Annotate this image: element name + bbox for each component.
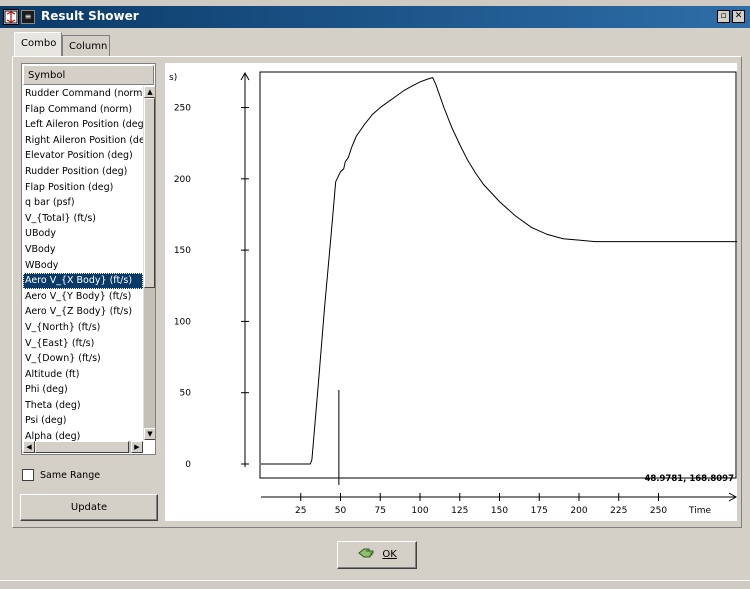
list-item[interactable]: Elevator Position (deg) [23, 148, 143, 164]
same-range-label: Same Range [40, 470, 101, 481]
list-item[interactable]: V_{Total} (ft/s) [23, 211, 143, 227]
close-button[interactable]: ✕ [732, 10, 745, 23]
arrow-left-icon: ◀ [26, 443, 32, 451]
list-item[interactable]: Rudder Position (deg) [23, 164, 143, 180]
list-item[interactable]: Aero V_{Y Body} (ft/s) [23, 289, 143, 305]
list-item[interactable]: Rudder Command (norm) [23, 86, 143, 102]
list-item[interactable]: Phi (deg) [23, 382, 143, 398]
scroll-up-button[interactable]: ▲ [144, 86, 155, 98]
arrow-up-icon: ▲ [147, 88, 153, 96]
window-menu-icon[interactable]: ≡ [21, 10, 35, 24]
list-items[interactable]: Rudder Command (norm) Flap Command (norm)… [23, 86, 143, 441]
arrow-down-icon: ▼ [147, 430, 153, 438]
list-item[interactable]: Aero V_{Z Body} (ft/s) [23, 304, 143, 320]
window-title: Result Shower [41, 9, 139, 23]
restore-button[interactable]: ▫ [717, 10, 730, 23]
list-item[interactable]: Alpha (deg) [23, 429, 143, 441]
list-item[interactable]: V_{Down} (ft/s) [23, 351, 143, 367]
tab-column-label: Column [69, 41, 108, 52]
tab-combo-label: Combo [21, 38, 57, 49]
ok-button[interactable]: OK [337, 541, 417, 569]
y-axis-label: s) [169, 73, 177, 83]
same-range-checkbox[interactable] [22, 469, 34, 481]
close-icon: ✕ [734, 11, 743, 21]
x-tick-label: 125 [451, 506, 468, 516]
x-tick-label: 150 [491, 506, 508, 516]
update-button[interactable]: Update [20, 494, 158, 521]
x-tick-label: 25 [295, 506, 306, 516]
x-tick-label: 250 [650, 506, 667, 516]
list-item[interactable]: UBody [23, 226, 143, 242]
list-item[interactable]: Theta (deg) [23, 398, 143, 414]
scroll-right-button[interactable]: ▶ [131, 441, 143, 453]
list-item[interactable]: V_{North} (ft/s) [23, 320, 143, 336]
list-item[interactable]: Left Aileron Position (deg) [23, 117, 143, 133]
y-tick-label: 150 [174, 246, 191, 256]
symbol-list[interactable]: Symbol Rudder Command (norm) Flap Command… [21, 63, 156, 455]
list-item[interactable]: WBody [23, 258, 143, 274]
plot-area[interactable]: s) 48.9781, 168.8097 0 50 100 150 200 250 25 50… [165, 63, 737, 521]
restore-icon: ▫ [720, 11, 727, 21]
y-tick-label: 50 [180, 389, 192, 399]
y-tick-label: 0 [185, 460, 191, 470]
x-tick-label: 225 [610, 506, 627, 516]
scroll-left-button[interactable]: ◀ [23, 441, 35, 453]
list-item[interactable]: Right Aileron Position (deg) [23, 133, 143, 149]
title-bar[interactable]: ≡ Result Shower ▫ ✕ [0, 6, 750, 28]
list-header-symbol[interactable]: Symbol [23, 65, 154, 85]
y-tick-label: 200 [174, 175, 191, 185]
y-tick-label: 100 [174, 317, 191, 327]
bottom-strip [0, 580, 750, 589]
x-tick-label: 50 [335, 506, 347, 516]
list-item[interactable]: Flap Position (deg) [23, 180, 143, 196]
x-tick-label: 175 [531, 506, 548, 516]
horizontal-scroll-thumb[interactable] [35, 441, 129, 453]
list-item[interactable]: V_{East} (ft/s) [23, 336, 143, 352]
x-tick-label: 200 [570, 506, 587, 516]
list-item[interactable]: Altitude (ft) [23, 367, 143, 383]
ok-hand-icon [358, 548, 374, 558]
list-item[interactable]: Psi (deg) [23, 413, 143, 429]
tab-combo[interactable]: Combo [14, 32, 62, 57]
y-tick-label: 250 [174, 104, 191, 114]
ok-button-label: OK [382, 549, 397, 560]
update-button-label: Update [70, 502, 108, 513]
scroll-down-button[interactable]: ▼ [144, 428, 155, 440]
app-icon[interactable] [3, 9, 19, 25]
plot-frame [259, 71, 737, 479]
line-chart[interactable]: s) 48.9781, 168.8097 0 50 100 150 200 250 25 50… [165, 63, 737, 521]
list-horizontal-scrollbar[interactable]: ◀ ▶ [23, 441, 143, 453]
cursor-readout: 48.9781, 168.8097 [644, 474, 734, 484]
vertical-scroll-thumb[interactable] [144, 98, 155, 288]
tab-column[interactable]: Column [62, 35, 110, 56]
x-tick-label: 75 [375, 506, 386, 516]
list-vertical-scrollbar[interactable]: ▲ ▼ [143, 86, 155, 440]
list-item[interactable]: VBody [23, 242, 143, 258]
list-header-label: Symbol [28, 70, 66, 81]
list-item[interactable]: q bar (psf) [23, 195, 143, 211]
list-item[interactable]: Aero V_{X Body} (ft/s) [23, 273, 143, 289]
arrow-right-icon: ▶ [134, 443, 140, 451]
list-item[interactable]: Flap Command (norm) [23, 102, 143, 118]
x-tick-label: 100 [411, 506, 428, 516]
x-axis-label: Time [688, 506, 711, 516]
series-line [261, 76, 737, 465]
